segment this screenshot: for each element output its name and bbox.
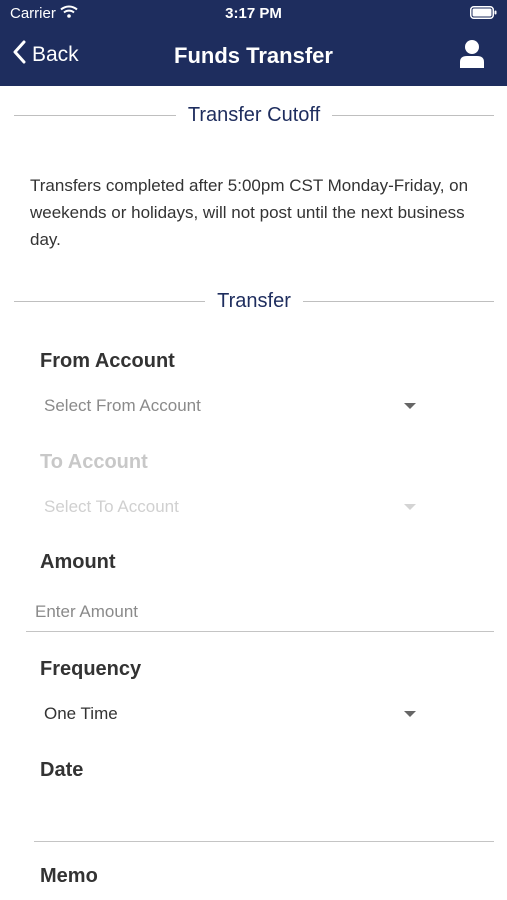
battery-icon xyxy=(470,6,497,24)
section-divider-cutoff: Transfer Cutoff xyxy=(14,100,494,130)
divider-rule xyxy=(14,300,206,302)
frequency-label: Frequency xyxy=(40,658,142,680)
date-field[interactable] xyxy=(34,800,494,842)
navigation-header: Carrier 3:17 PM Back Funds Transfer xyxy=(0,0,507,86)
cutoff-notice-text: Transfers completed after 5:00pm CST Mon… xyxy=(30,176,469,249)
section-title-cutoff: Transfer Cutoff xyxy=(187,103,321,126)
date-label: Date xyxy=(40,759,84,781)
section-title-transfer: Transfer xyxy=(217,289,291,312)
from-account-label: From Account xyxy=(40,350,175,372)
caret-down-icon xyxy=(404,504,416,510)
divider-rule xyxy=(14,114,176,116)
caret-down-icon xyxy=(404,403,416,409)
section-divider-transfer: Transfer xyxy=(14,286,495,316)
caret-down-icon xyxy=(404,711,416,717)
divider-rule xyxy=(302,300,495,302)
person-icon xyxy=(459,40,485,72)
page-title: Funds Transfer xyxy=(174,43,333,68)
amount-label: Amount xyxy=(40,551,116,573)
to-account-label: To Account xyxy=(40,451,148,473)
frequency-value: One Time xyxy=(44,704,118,723)
to-account-select[interactable]: Select To Account xyxy=(44,494,416,520)
divider-rule xyxy=(332,114,494,116)
profile-button[interactable] xyxy=(459,40,485,73)
frequency-select[interactable]: One Time xyxy=(44,701,416,727)
to-account-value: Select To Account xyxy=(44,497,179,516)
status-time: 3:17 PM xyxy=(225,5,282,22)
amount-input[interactable] xyxy=(26,592,494,632)
from-account-select[interactable]: Select From Account xyxy=(44,393,416,419)
memo-label: Memo xyxy=(40,865,98,887)
from-account-value: Select From Account xyxy=(44,396,201,415)
